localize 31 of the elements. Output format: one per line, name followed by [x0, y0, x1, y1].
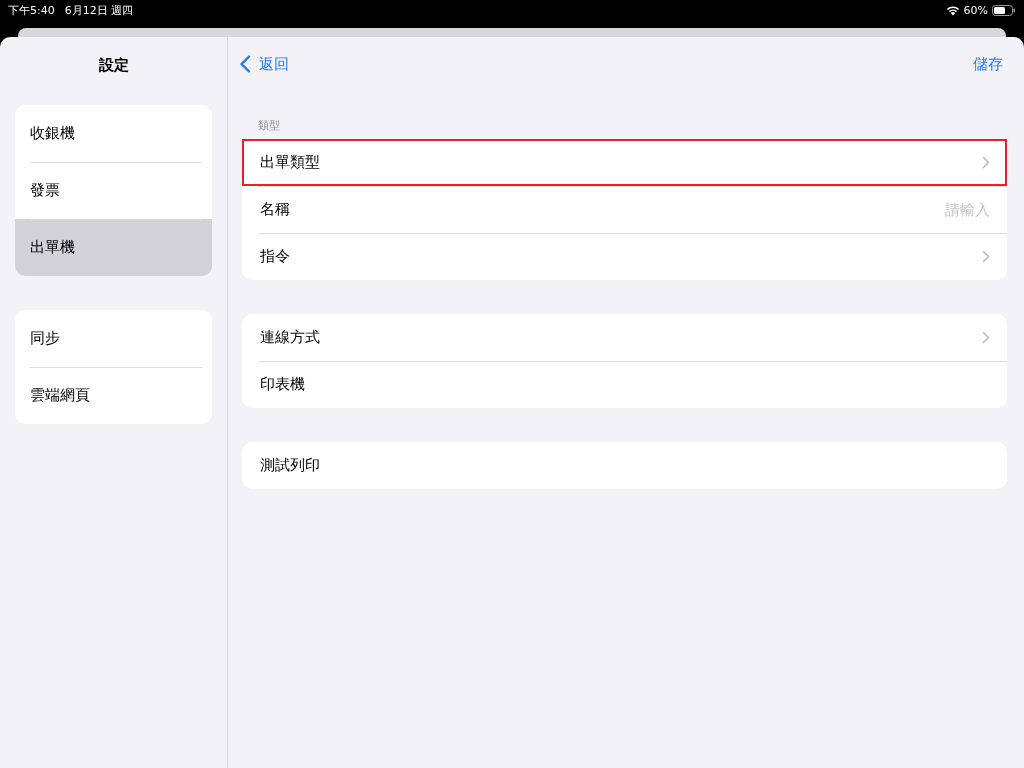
- chevron-right-icon: [982, 331, 990, 344]
- chevron-right-icon: [982, 250, 990, 263]
- status-date: 6月12日 週四: [64, 2, 134, 18]
- chevron-left-icon: [239, 55, 251, 73]
- settings-row[interactable]: 出單類型: [242, 139, 1007, 186]
- row-label: 印表機: [260, 375, 305, 394]
- settings-row[interactable]: 指令: [242, 233, 1007, 280]
- settings-row[interactable]: 測試列印: [242, 442, 1007, 489]
- sidebar-item[interactable]: 發票: [15, 162, 212, 219]
- row-label: 名稱: [260, 200, 290, 219]
- row-label: 測試列印: [260, 456, 320, 475]
- chevron-right-icon: [982, 156, 990, 169]
- settings-row[interactable]: 印表機: [242, 361, 1007, 408]
- sidebar-title: 設定: [97, 55, 130, 76]
- row-label: 連線方式: [260, 328, 320, 347]
- sidebar-item[interactable]: 雲端網頁: [15, 367, 212, 424]
- row-label: 出單類型: [260, 153, 320, 172]
- status-time: 下午5:40: [8, 2, 55, 18]
- battery-icon: [992, 4, 1016, 16]
- section-header: 類型: [257, 118, 281, 134]
- name-input-field[interactable]: 請輸入: [790, 200, 990, 219]
- settings-row[interactable]: 名稱 請輸入: [242, 186, 1007, 233]
- battery-percent: 60%: [963, 3, 988, 17]
- row-label: 指令: [260, 247, 290, 266]
- settings-row[interactable]: 連線方式: [242, 314, 1007, 361]
- wifi-icon: [945, 4, 960, 16]
- sidebar-item[interactable]: 收銀機: [15, 105, 212, 162]
- sidebar-item[interactable]: 出單機: [15, 219, 212, 276]
- save-button[interactable]: 儲存: [973, 54, 1003, 74]
- sidebar-item[interactable]: 同步: [15, 310, 212, 367]
- back-button[interactable]: 返回: [239, 54, 289, 74]
